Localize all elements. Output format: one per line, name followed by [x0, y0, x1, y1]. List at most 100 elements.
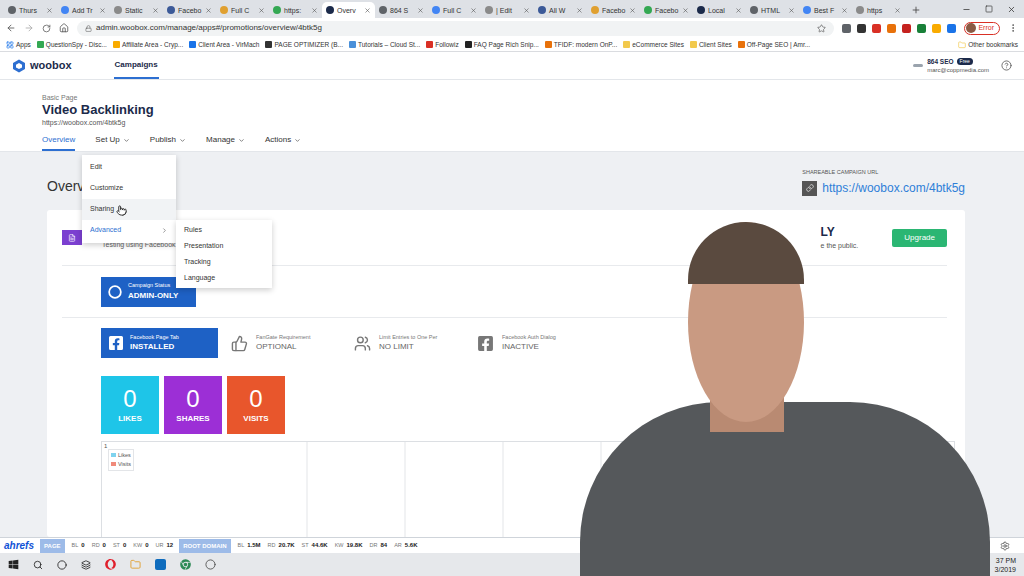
menu-item[interactable]: Customize [82, 178, 176, 199]
close-icon[interactable] [258, 7, 265, 14]
profile-button[interactable]: Error [964, 22, 1000, 35]
browser-tab[interactable]: HTML [746, 2, 799, 18]
clock[interactable]: 37 PM3/2019 [995, 556, 1016, 574]
bookmark[interactable]: Client Sites [690, 40, 732, 50]
bookmark[interactable]: FAQ Page Rich Snip... [465, 40, 539, 50]
ahrefs-metric[interactable]: RD0 [92, 541, 106, 550]
setting-item[interactable]: Limit Entries to One PerNO LIMIT [354, 328, 464, 358]
bookmark[interactable]: PAGE OPTIMIZER (B... [265, 40, 343, 50]
browser-tab[interactable]: 864 S [375, 2, 428, 18]
submenu-item[interactable]: Presentation [176, 238, 272, 254]
close-icon[interactable] [470, 7, 477, 14]
extension-icon[interactable] [842, 24, 851, 33]
close-window-icon[interactable] [1007, 5, 1016, 14]
browser-tab[interactable]: Best F [799, 2, 852, 18]
close-icon[interactable] [205, 7, 212, 14]
page-nav-tab[interactable]: Overview [42, 131, 75, 151]
extension-icon[interactable] [902, 24, 911, 33]
setting-box[interactable]: Facebook Page TabINSTALLED [101, 328, 218, 358]
ahrefs-metric[interactable]: KW0 [133, 541, 148, 550]
bookmark[interactable]: Client Area - VirMach [189, 40, 259, 50]
task-view-icon[interactable] [81, 560, 91, 570]
browser-tab[interactable]: Full C [428, 2, 481, 18]
browser-tab[interactable]: Facebo [587, 2, 640, 18]
close-icon[interactable] [894, 7, 901, 14]
bookmark[interactable]: eCommerce Sites [623, 40, 684, 50]
ahrefs-logo[interactable]: ahrefs [4, 538, 34, 553]
menu-item[interactable]: Edit [82, 157, 176, 178]
ahrefs-metric[interactable]: ST0 [113, 541, 126, 550]
close-icon[interactable] [311, 7, 318, 14]
extension-icon[interactable] [857, 24, 866, 33]
cortana-icon[interactable] [57, 560, 67, 570]
account-menu[interactable]: 864 SEOFreemarc@coppmedia.com [913, 57, 989, 75]
file-explorer-icon[interactable] [130, 559, 141, 570]
ahrefs-metric[interactable]: UR12 [156, 541, 174, 550]
home-icon[interactable] [59, 23, 69, 33]
menu-icon[interactable] [1008, 23, 1018, 33]
close-icon[interactable] [788, 7, 795, 14]
close-icon[interactable] [523, 7, 530, 14]
close-icon[interactable] [841, 7, 848, 14]
share-link[interactable]: https://woobox.com/4btk5g [822, 179, 965, 197]
close-icon[interactable] [682, 7, 689, 14]
help-icon[interactable] [1001, 60, 1012, 71]
outlook-icon[interactable] [155, 559, 166, 570]
browser-tab[interactable]: Static [110, 2, 163, 18]
menu-item[interactable]: Advanced [82, 220, 176, 241]
browser-tab[interactable]: | Edit [481, 2, 534, 18]
extension-icon[interactable] [932, 24, 941, 33]
submenu-item[interactable]: Rules [176, 222, 272, 238]
setting-item[interactable]: FanGate RequirementOPTIONAL [231, 328, 341, 358]
ahrefs-metric[interactable]: DR84 [370, 541, 388, 550]
ahrefs-metric[interactable]: ST44.6K [302, 541, 328, 550]
ahrefs-metric[interactable]: AR5.6K [394, 541, 417, 550]
browser-tab[interactable]: All W [534, 2, 587, 18]
ahrefs-metric[interactable]: BL0 [72, 541, 85, 550]
bookmark[interactable]: QuestionSpy - Disc... [37, 40, 107, 50]
browser-tab[interactable]: https [852, 2, 905, 18]
app-icon[interactable] [205, 559, 216, 570]
ahrefs-metric[interactable]: RD20.7K [268, 541, 295, 550]
opera-icon[interactable] [105, 559, 116, 570]
close-icon[interactable] [629, 7, 636, 14]
other-bookmarks[interactable]: Other bookmarks [958, 40, 1018, 50]
close-icon[interactable] [99, 7, 106, 14]
app-nav-tab[interactable]: Campaigns [114, 52, 159, 79]
close-icon[interactable] [735, 7, 742, 14]
page-nav-tab[interactable]: Actions [265, 131, 301, 151]
submenu-item[interactable]: Tracking [176, 254, 272, 270]
search-icon[interactable] [33, 560, 43, 570]
close-icon[interactable] [46, 7, 53, 14]
browser-tab[interactable]: Overv [322, 2, 375, 18]
close-icon[interactable] [417, 7, 424, 14]
address-bar[interactable]: admin.woobox.com/manage/apps#/promotions… [77, 21, 834, 36]
page-nav-tab[interactable]: Publish [150, 131, 186, 151]
forward-icon[interactable] [24, 23, 34, 33]
bookmark[interactable]: Affiliate Area - Cryp... [113, 40, 183, 50]
bookmark[interactable]: Tutorials – Cloud St... [349, 40, 420, 50]
reload-icon[interactable] [42, 24, 51, 33]
extension-icon[interactable] [872, 24, 881, 33]
bookmark[interactable]: Off-Page SEO | Amr... [738, 40, 810, 50]
bookmark-star-icon[interactable] [817, 24, 826, 33]
submenu-item[interactable]: Language [176, 270, 272, 286]
maximize-icon[interactable] [985, 5, 993, 13]
close-icon[interactable] [364, 7, 371, 14]
bookmark[interactable]: TFIDF: modern OnP... [545, 40, 617, 50]
upgrade-button[interactable]: Upgrade [892, 229, 947, 247]
browser-tab[interactable]: Local [693, 2, 746, 18]
ahrefs-metric[interactable]: BL1.5M [238, 541, 261, 550]
browser-tab[interactable]: Full C [216, 2, 269, 18]
link-button[interactable] [802, 181, 817, 196]
page-nav-tab[interactable]: Set Up [95, 131, 129, 151]
new-tab-icon[interactable] [911, 5, 921, 15]
woobox-logo[interactable]: woobox [12, 52, 72, 79]
gear-icon[interactable] [1000, 541, 1010, 551]
browser-tab[interactable]: https: [269, 2, 322, 18]
extension-icon[interactable] [917, 24, 926, 33]
extension-icon[interactable] [947, 24, 956, 33]
menu-item[interactable]: Sharing [82, 199, 176, 220]
back-icon[interactable] [6, 23, 16, 33]
browser-tab[interactable]: Facebo [640, 2, 693, 18]
